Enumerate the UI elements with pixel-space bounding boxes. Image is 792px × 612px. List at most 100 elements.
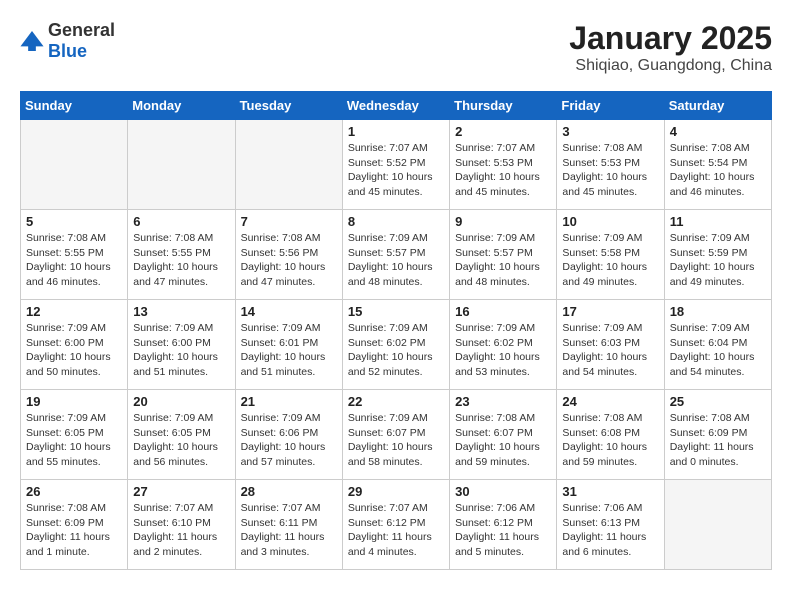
calendar-cell: 10Sunrise: 7:09 AMSunset: 5:58 PMDayligh… bbox=[557, 210, 664, 300]
day-detail: Sunrise: 7:08 AMSunset: 5:56 PMDaylight:… bbox=[241, 231, 337, 290]
calendar-cell: 21 Sunrise: 7:09 AMSunset: 6:06 PMDayligh… bbox=[235, 390, 342, 480]
day-number: 16 bbox=[455, 304, 551, 319]
calendar-cell: 2 Sunrise: 7:07 AMSunset: 5:53 PMDaylight… bbox=[450, 120, 557, 210]
day-number: 15 bbox=[348, 304, 444, 319]
weekday-header-wednesday: Wednesday bbox=[342, 92, 449, 120]
day-detail: Sunrise: 7:06 AMSunset: 6:12 PMDaylight:… bbox=[455, 501, 551, 560]
day-detail: Sunrise: 7:08 AMSunset: 5:54 PMDaylight:… bbox=[670, 141, 766, 200]
title-block: January 2025 Shiqiao, Guangdong, China bbox=[569, 20, 772, 75]
day-number: 3 bbox=[562, 124, 658, 139]
logo-text-blue: Blue bbox=[48, 41, 87, 61]
day-number: 6 bbox=[133, 214, 229, 229]
weekday-header-monday: Monday bbox=[128, 92, 235, 120]
calendar-cell: 14 Sunrise: 7:09 AMSunset: 6:01 PMDayligh… bbox=[235, 300, 342, 390]
day-number: 30 bbox=[455, 484, 551, 499]
calendar-cell bbox=[128, 120, 235, 210]
day-number: 29 bbox=[348, 484, 444, 499]
day-detail: Sunrise: 7:09 AMSunset: 6:02 PMDaylight:… bbox=[455, 321, 551, 380]
day-number: 21 bbox=[241, 394, 337, 409]
day-detail: Sunrise: 7:07 AMSunset: 5:52 PMDaylight:… bbox=[348, 141, 444, 200]
day-detail: Sunrise: 7:08 AMSunset: 6:09 PMDaylight:… bbox=[670, 411, 766, 470]
week-row-2: 5 Sunrise: 7:08 AMSunset: 5:55 PMDaylight… bbox=[21, 210, 772, 300]
page-header: General Blue January 2025 Shiqiao, Guang… bbox=[20, 20, 772, 75]
calendar-cell: 5 Sunrise: 7:08 AMSunset: 5:55 PMDaylight… bbox=[21, 210, 128, 300]
day-detail: Sunrise: 7:06 AMSunset: 6:13 PMDaylight:… bbox=[562, 501, 658, 560]
calendar-cell bbox=[235, 120, 342, 210]
weekday-header-thursday: Thursday bbox=[450, 92, 557, 120]
day-number: 9 bbox=[455, 214, 551, 229]
calendar-cell: 8 Sunrise: 7:09 AMSunset: 5:57 PMDaylight… bbox=[342, 210, 449, 300]
calendar-cell: 23Sunrise: 7:08 AMSunset: 6:07 PMDayligh… bbox=[450, 390, 557, 480]
calendar-cell: 13Sunrise: 7:09 AMSunset: 6:00 PMDayligh… bbox=[128, 300, 235, 390]
day-detail: Sunrise: 7:09 AMSunset: 6:05 PMDaylight:… bbox=[26, 411, 122, 470]
day-number: 2 bbox=[455, 124, 551, 139]
day-detail: Sunrise: 7:09 AMSunset: 6:05 PMDaylight:… bbox=[133, 411, 229, 470]
day-detail: Sunrise: 7:09 AMSunset: 5:57 PMDaylight:… bbox=[455, 231, 551, 290]
day-number: 20 bbox=[133, 394, 229, 409]
weekday-header-row: SundayMondayTuesdayWednesdayThursdayFrid… bbox=[21, 92, 772, 120]
day-detail: Sunrise: 7:09 AMSunset: 6:00 PMDaylight:… bbox=[26, 321, 122, 380]
day-detail: Sunrise: 7:08 AMSunset: 6:08 PMDaylight:… bbox=[562, 411, 658, 470]
day-detail: Sunrise: 7:08 AMSunset: 5:53 PMDaylight:… bbox=[562, 141, 658, 200]
logo-text-general: General bbox=[48, 20, 115, 40]
day-number: 8 bbox=[348, 214, 444, 229]
day-detail: Sunrise: 7:08 AMSunset: 5:55 PMDaylight:… bbox=[26, 231, 122, 290]
calendar-cell: 20 Sunrise: 7:09 AMSunset: 6:05 PMDayligh… bbox=[128, 390, 235, 480]
day-number: 7 bbox=[241, 214, 337, 229]
day-number: 26 bbox=[26, 484, 122, 499]
day-detail: Sunrise: 7:08 AMSunset: 6:09 PMDaylight:… bbox=[26, 501, 122, 560]
day-number: 18 bbox=[670, 304, 766, 319]
day-detail: Sunrise: 7:09 AMSunset: 6:07 PMDaylight:… bbox=[348, 411, 444, 470]
day-detail: Sunrise: 7:07 AMSunset: 5:53 PMDaylight:… bbox=[455, 141, 551, 200]
week-row-1: 1Sunrise: 7:07 AMSunset: 5:52 PMDaylight… bbox=[21, 120, 772, 210]
calendar-cell: 31 Sunrise: 7:06 AMSunset: 6:13 PMDayligh… bbox=[557, 480, 664, 570]
day-number: 4 bbox=[670, 124, 766, 139]
day-detail: Sunrise: 7:09 AMSunset: 6:02 PMDaylight:… bbox=[348, 321, 444, 380]
calendar-cell: 25Sunrise: 7:08 AMSunset: 6:09 PMDayligh… bbox=[664, 390, 771, 480]
day-detail: Sunrise: 7:09 AMSunset: 6:04 PMDaylight:… bbox=[670, 321, 766, 380]
calendar-cell: 15 Sunrise: 7:09 AMSunset: 6:02 PMDayligh… bbox=[342, 300, 449, 390]
calendar-cell: 7 Sunrise: 7:08 AMSunset: 5:56 PMDaylight… bbox=[235, 210, 342, 300]
calendar-cell: 28 Sunrise: 7:07 AMSunset: 6:11 PMDayligh… bbox=[235, 480, 342, 570]
day-detail: Sunrise: 7:09 AMSunset: 5:57 PMDaylight:… bbox=[348, 231, 444, 290]
calendar-cell: 3 Sunrise: 7:08 AMSunset: 5:53 PMDaylight… bbox=[557, 120, 664, 210]
day-number: 19 bbox=[26, 394, 122, 409]
calendar-cell: 11 Sunrise: 7:09 AMSunset: 5:59 PMDayligh… bbox=[664, 210, 771, 300]
calendar-cell bbox=[664, 480, 771, 570]
calendar-cell: 17 Sunrise: 7:09 AMSunset: 6:03 PMDayligh… bbox=[557, 300, 664, 390]
calendar-cell: 1Sunrise: 7:07 AMSunset: 5:52 PMDaylight… bbox=[342, 120, 449, 210]
calendar-cell: 22 Sunrise: 7:09 AMSunset: 6:07 PMDayligh… bbox=[342, 390, 449, 480]
day-detail: Sunrise: 7:09 AMSunset: 6:03 PMDaylight:… bbox=[562, 321, 658, 380]
calendar-cell: 12Sunrise: 7:09 AMSunset: 6:00 PMDayligh… bbox=[21, 300, 128, 390]
day-number: 22 bbox=[348, 394, 444, 409]
calendar-table: SundayMondayTuesdayWednesdayThursdayFrid… bbox=[20, 91, 772, 570]
day-number: 27 bbox=[133, 484, 229, 499]
logo-icon bbox=[20, 31, 44, 51]
day-detail: Sunrise: 7:07 AMSunset: 6:11 PMDaylight:… bbox=[241, 501, 337, 560]
day-number: 5 bbox=[26, 214, 122, 229]
day-detail: Sunrise: 7:07 AMSunset: 6:10 PMDaylight:… bbox=[133, 501, 229, 560]
calendar-cell: 19 Sunrise: 7:09 AMSunset: 6:05 PMDayligh… bbox=[21, 390, 128, 480]
weekday-header-tuesday: Tuesday bbox=[235, 92, 342, 120]
week-row-4: 19 Sunrise: 7:09 AMSunset: 6:05 PMDayligh… bbox=[21, 390, 772, 480]
day-number: 11 bbox=[670, 214, 766, 229]
calendar-cell: 9 Sunrise: 7:09 AMSunset: 5:57 PMDaylight… bbox=[450, 210, 557, 300]
day-number: 31 bbox=[562, 484, 658, 499]
day-detail: Sunrise: 7:09 AMSunset: 6:00 PMDaylight:… bbox=[133, 321, 229, 380]
calendar-cell: 30 Sunrise: 7:06 AMSunset: 6:12 PMDayligh… bbox=[450, 480, 557, 570]
day-number: 14 bbox=[241, 304, 337, 319]
day-detail: Sunrise: 7:07 AMSunset: 6:12 PMDaylight:… bbox=[348, 501, 444, 560]
day-number: 17 bbox=[562, 304, 658, 319]
day-detail: Sunrise: 7:09 AMSunset: 5:59 PMDaylight:… bbox=[670, 231, 766, 290]
day-detail: Sunrise: 7:09 AMSunset: 6:06 PMDaylight:… bbox=[241, 411, 337, 470]
weekday-header-sunday: Sunday bbox=[21, 92, 128, 120]
day-detail: Sunrise: 7:09 AMSunset: 6:01 PMDaylight:… bbox=[241, 321, 337, 380]
day-detail: Sunrise: 7:09 AMSunset: 5:58 PMDaylight:… bbox=[562, 231, 658, 290]
calendar-title: January 2025 bbox=[569, 20, 772, 57]
logo: General Blue bbox=[20, 20, 115, 62]
calendar-cell: 6Sunrise: 7:08 AMSunset: 5:55 PMDaylight… bbox=[128, 210, 235, 300]
calendar-cell: 4 Sunrise: 7:08 AMSunset: 5:54 PMDaylight… bbox=[664, 120, 771, 210]
weekday-header-friday: Friday bbox=[557, 92, 664, 120]
day-number: 24 bbox=[562, 394, 658, 409]
day-number: 28 bbox=[241, 484, 337, 499]
